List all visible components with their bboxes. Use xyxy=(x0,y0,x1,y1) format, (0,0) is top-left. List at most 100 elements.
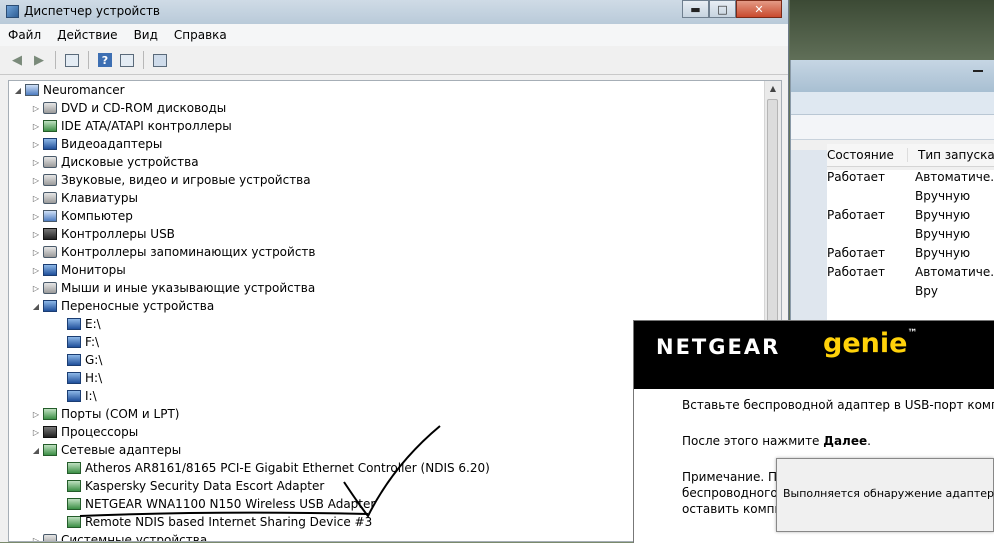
port-icon xyxy=(43,408,57,420)
expand-icon[interactable]: ▷ xyxy=(31,230,41,239)
services-menubar xyxy=(791,92,994,115)
instruction-text: Вставьте беспроводной адаптер в USB-порт… xyxy=(682,398,994,412)
tree-item[interactable]: ▷ Мыши и иные указывающие устройства xyxy=(9,279,765,297)
genie-logo: genie™ xyxy=(823,328,918,359)
collapse-icon[interactable]: ◢ xyxy=(31,302,41,311)
portable-device-icon xyxy=(43,300,57,312)
storage-controller-icon xyxy=(43,246,57,258)
expand-icon[interactable]: ▷ xyxy=(31,410,41,419)
expand-icon[interactable]: ▷ xyxy=(31,176,41,185)
system-device-icon xyxy=(43,534,57,541)
tree-item-label: DVD и CD-ROM дисководы xyxy=(61,101,227,115)
tree-child-label: F:\ xyxy=(85,335,100,349)
tree-item[interactable]: ▷ Дисковые устройства xyxy=(9,153,765,171)
computer-icon xyxy=(25,84,39,96)
expand-icon[interactable]: ▷ xyxy=(31,140,41,149)
tree-item-label: Видеоадаптеры xyxy=(61,137,163,151)
scroll-up-icon[interactable]: ▲ xyxy=(765,81,781,97)
tree-item[interactable]: ▷ Клавиатуры xyxy=(9,189,765,207)
expand-icon[interactable]: ▷ xyxy=(31,194,41,203)
table-row[interactable]: Работает Вручную xyxy=(827,208,994,227)
expand-icon[interactable]: ▷ xyxy=(31,266,41,275)
back-button[interactable]: ◀ xyxy=(8,51,26,69)
maximize-button[interactable]: □ xyxy=(709,0,736,18)
tree-child-label: NETGEAR WNA1100 N150 Wireless USB Adapte… xyxy=(85,497,376,511)
portable-drive-icon xyxy=(67,372,81,384)
portable-drive-icon xyxy=(67,354,81,366)
menu-view[interactable]: Вид xyxy=(126,28,166,42)
arrow-right-icon: ▶ xyxy=(34,52,44,68)
properties-icon xyxy=(120,53,134,67)
usb-icon xyxy=(43,228,57,240)
expand-icon[interactable]: ▷ xyxy=(31,158,41,167)
tree-item[interactable]: ▷ Звуковые, видео и игровые устройства xyxy=(9,171,765,189)
forward-button[interactable]: ▶ xyxy=(30,51,48,69)
tree-item-portable-devices[interactable]: ◢ Переносные устройства xyxy=(9,297,765,315)
properties-button[interactable] xyxy=(118,51,136,69)
services-toolbar xyxy=(791,115,994,140)
tree-item[interactable]: ▷ Контроллеры запоминающих устройств xyxy=(9,243,765,261)
tree-item-label: Сетевые адаптеры xyxy=(61,443,182,457)
collapse-icon[interactable]: ◢ xyxy=(13,86,23,95)
tree-item[interactable]: ▷ Контроллеры USB xyxy=(9,225,765,243)
services-window[interactable]: Состояние Тип запуска Работает Автоматиче… xyxy=(790,60,994,360)
tree-item[interactable]: ▷ Мониторы xyxy=(9,261,765,279)
table-row[interactable]: Работает Вручную xyxy=(827,246,994,265)
column-startup-type[interactable]: Тип запуска xyxy=(907,148,994,162)
tree-item[interactable]: ▷ IDE ATA/ATAPI контроллеры xyxy=(9,117,765,135)
show-hide-tree-button[interactable] xyxy=(63,51,81,69)
expand-icon[interactable]: ▷ xyxy=(31,212,41,221)
scan-hardware-button[interactable] xyxy=(151,51,169,69)
portable-drive-icon xyxy=(67,390,81,402)
genie-header: NETGEAR genie™ xyxy=(634,321,994,389)
table-row[interactable]: Работает Автоматиче... xyxy=(827,265,994,284)
computer-icon xyxy=(43,210,57,222)
expand-icon[interactable]: ▷ xyxy=(31,536,41,542)
tree-root[interactable]: ◢ Neuromancer xyxy=(9,81,765,99)
expand-icon[interactable]: ▷ xyxy=(31,248,41,257)
adapter-detection-dialog: Выполняется обнаружение адаптера.... xyxy=(776,458,994,532)
expand-icon[interactable]: ▷ xyxy=(31,122,41,131)
close-button[interactable]: ✕ xyxy=(736,0,782,18)
table-row[interactable]: Вручную xyxy=(827,227,994,246)
tree-root-label: Neuromancer xyxy=(43,83,125,97)
disk-drive-icon xyxy=(43,156,57,168)
collapse-icon[interactable]: ◢ xyxy=(31,446,41,455)
tree-child-label: Kaspersky Security Data Escort Adapter xyxy=(85,479,325,493)
tree-item-label: Звуковые, видео и игровые устройства xyxy=(61,173,311,187)
network-card-icon xyxy=(67,498,81,510)
tree-item[interactable]: ▷ DVD и CD-ROM дисководы xyxy=(9,99,765,117)
tree-item-label: Компьютер xyxy=(61,209,133,223)
tree-item-label: Клавиатуры xyxy=(61,191,138,205)
tree-item[interactable]: ▷ Видеоадаптеры xyxy=(9,135,765,153)
netgear-logo: NETGEAR xyxy=(656,335,781,359)
tree-item-label: Порты (COM и LPT) xyxy=(61,407,180,421)
expand-icon[interactable]: ▷ xyxy=(31,104,41,113)
help-button[interactable]: ? xyxy=(96,51,114,69)
expand-icon[interactable]: ▷ xyxy=(31,284,41,293)
menu-action[interactable]: Действие xyxy=(49,28,125,42)
menu-file[interactable]: Файл xyxy=(0,28,49,42)
tree-child-label: G:\ xyxy=(85,353,103,367)
column-state[interactable]: Состояние xyxy=(827,148,907,162)
services-column-header: Состояние Тип запуска xyxy=(827,144,994,167)
toolbar: ◀ ▶ ? xyxy=(0,46,788,75)
minimize-icon[interactable] xyxy=(973,70,983,72)
mouse-icon xyxy=(43,282,57,294)
table-row[interactable]: Работает Автоматиче... xyxy=(827,170,994,189)
tree-item-label: Системные устройства xyxy=(61,533,208,542)
table-row[interactable]: Вручную xyxy=(827,189,994,208)
expand-icon[interactable]: ▷ xyxy=(31,428,41,437)
tree-item-label: IDE ATA/ATAPI контроллеры xyxy=(61,119,232,133)
table-row[interactable]: Вру xyxy=(827,284,994,303)
video-adapter-icon xyxy=(43,138,57,150)
services-titlebar[interactable] xyxy=(791,60,994,92)
ide-controller-icon xyxy=(43,120,57,132)
tree-item[interactable]: ▷ Компьютер xyxy=(9,207,765,225)
minimize-button[interactable]: ▬ xyxy=(682,0,709,18)
titlebar[interactable]: Диспетчер устройств ▬ □ ✕ xyxy=(0,0,788,24)
tree-item-label: Контроллеры запоминающих устройств xyxy=(61,245,316,259)
menu-help[interactable]: Справка xyxy=(166,28,235,42)
network-card-icon xyxy=(67,516,81,528)
monitor-icon xyxy=(43,264,57,276)
